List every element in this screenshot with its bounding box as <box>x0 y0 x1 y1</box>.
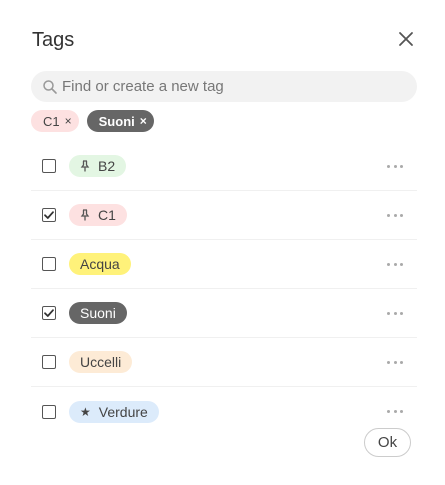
search-icon <box>43 79 57 94</box>
dialog-title: Tags <box>32 29 75 51</box>
tag-pill[interactable]: ★ Verdure <box>69 400 159 423</box>
tag-checkbox[interactable] <box>42 355 56 369</box>
tag-checkbox[interactable] <box>42 208 56 222</box>
ok-button[interactable]: Ok <box>364 428 411 457</box>
checkmark-icon <box>44 309 54 317</box>
tag-label: B2 <box>98 158 116 174</box>
tag-pill[interactable]: Uccelli <box>69 351 133 373</box>
more-options-icon[interactable] <box>387 208 403 222</box>
more-options-icon[interactable] <box>387 404 403 418</box>
tag-checkbox[interactable] <box>42 257 56 271</box>
tag-label: Acqua <box>80 256 120 272</box>
tag-row: Suoni <box>31 289 417 338</box>
tag-pill[interactable]: C1 <box>69 204 127 226</box>
remove-tag-icon[interactable]: × <box>65 115 72 127</box>
tag-row: C1 <box>31 191 417 240</box>
more-options-icon[interactable] <box>387 257 403 271</box>
remove-tag-icon[interactable]: × <box>140 115 147 127</box>
tag-row: Uccelli <box>31 338 417 387</box>
more-options-icon[interactable] <box>387 159 403 173</box>
pin-icon <box>80 209 90 221</box>
tag-row: ★ Verdure <box>31 387 417 436</box>
more-options-icon[interactable] <box>387 306 403 320</box>
tag-row: Acqua <box>31 240 417 289</box>
tag-checkbox[interactable] <box>42 159 56 173</box>
checkmark-icon <box>44 211 54 219</box>
tag-checkbox[interactable] <box>42 306 56 320</box>
selected-tags: C1 × Suoni × <box>31 110 154 132</box>
tag-label: C1 <box>98 207 116 223</box>
search-bar <box>31 71 417 102</box>
close-icon[interactable] <box>397 30 415 48</box>
tag-pill[interactable]: Acqua <box>69 253 131 275</box>
tag-label: Uccelli <box>80 354 122 370</box>
search-input[interactable] <box>62 78 402 95</box>
selected-tag-label: C1 <box>43 113 60 129</box>
pin-icon <box>80 160 90 172</box>
tag-list: B2 C1 Acqua Suoni Uccelli ★ Verdure <box>31 142 417 436</box>
tag-label: Suoni <box>80 305 116 321</box>
tag-checkbox[interactable] <box>42 404 56 419</box>
more-options-icon[interactable] <box>387 355 403 369</box>
star-icon: ★ <box>80 404 91 419</box>
tag-row: B2 <box>31 142 417 191</box>
tag-label: Verdure <box>98 403 148 420</box>
selected-tag-chip: C1 × <box>31 110 79 132</box>
tag-pill[interactable]: Suoni <box>69 302 127 324</box>
selected-tag-chip: Suoni × <box>86 110 154 132</box>
selected-tag-label: Suoni <box>98 113 135 129</box>
tag-pill[interactable]: B2 <box>69 155 127 177</box>
